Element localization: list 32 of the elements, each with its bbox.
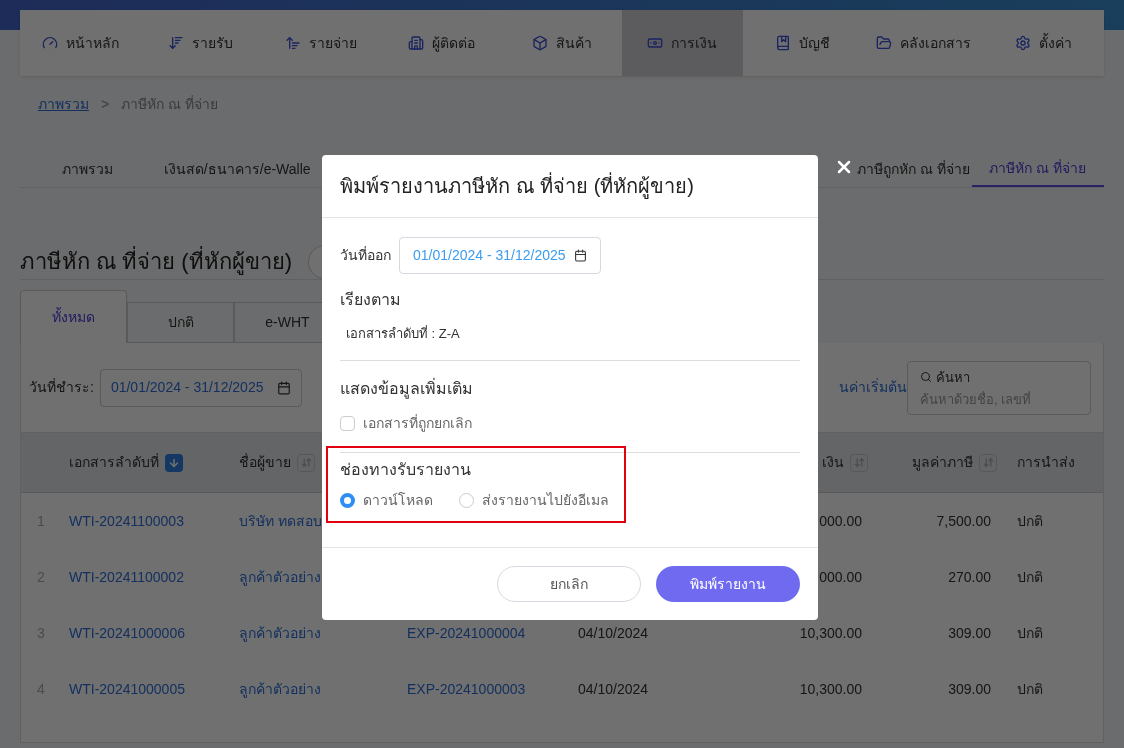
sort-value: เอกสารลำดับที่ : Z-A (345, 324, 461, 343)
breadcrumb-separator: > (101, 94, 110, 114)
tax-cell-text: 7,500.00 (936, 511, 991, 531)
status-cell-text: ปกติ (1016, 623, 1044, 643)
tax-cell-text: 309.00 (948, 679, 991, 699)
radio-label: ส่งรายงานไปยังอีเมล (482, 490, 609, 510)
filter-label: วันที่ชำระ: (29, 377, 94, 397)
amount-cell-text: 000.00 (819, 511, 862, 531)
status-cell-text: ปกติ (1016, 679, 1044, 699)
column-header: การนำส่ง (1017, 453, 1075, 472)
status-cell-text: ปกติ (1016, 567, 1044, 587)
column-header: มูลค่าภาษี (912, 453, 973, 473)
page-title: ภาษีหัก ณ ที่จ่าย (ที่หักผู้ขาย) (20, 245, 292, 278)
column-header: เงิน (822, 453, 844, 472)
amount-cell-text: 000.00 (819, 567, 862, 587)
radio-label: ดาวน์โหลด (363, 490, 433, 510)
date-cell: 04/10/2024 (578, 624, 649, 641)
column-header: ชื่อผู้ขาย (239, 452, 291, 473)
date-label: วันที่ออก (340, 245, 391, 265)
checkbox-label: เอกสารที่ถูกยกเลิก (363, 413, 472, 434)
status-cell-text: ปกติ (1016, 511, 1044, 531)
date-cell: 04/10/2024 (578, 680, 649, 697)
amount-cell-text: 10,300.00 (799, 679, 862, 699)
channel-heading: ช่องทางรับรายงาน (340, 459, 472, 480)
tax-cell-text: 270.00 (948, 567, 991, 587)
column-header: เอกสารลำดับที่ (69, 452, 159, 472)
dialog-title: พิมพ์รายงานภาษีหัก ณ ที่จ่าย (ที่หักผู้ขาย) (340, 171, 694, 201)
extra-heading: แสดงข้อมูลเพิ่มเติม (340, 377, 474, 401)
amount-cell-text: 10,300.00 (799, 623, 862, 643)
tax-cell-text: 309.00 (948, 623, 991, 643)
search-label: ค้นหา (936, 368, 970, 387)
sort-heading: เรียงตาม (340, 290, 402, 310)
